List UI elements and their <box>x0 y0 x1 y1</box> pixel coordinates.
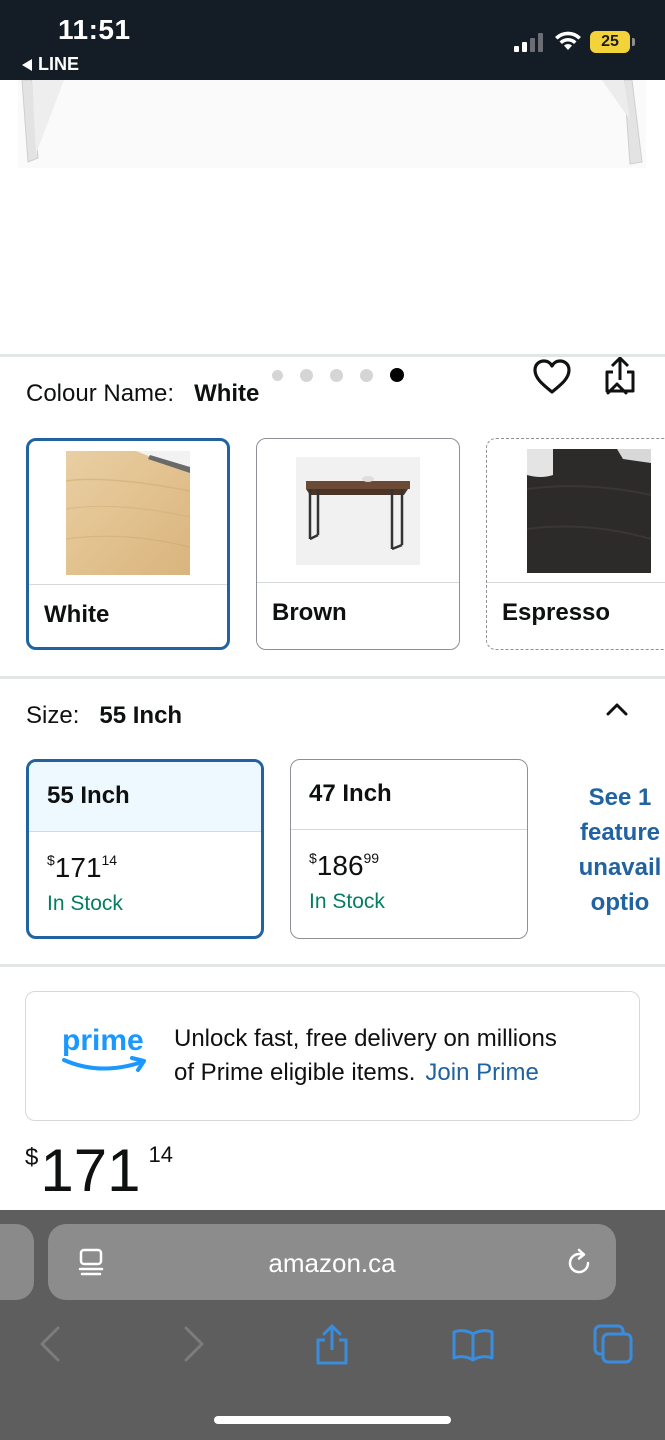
espresso-wood-swatch-image <box>527 448 651 573</box>
prime-promo-box: prime Unlock fast, free delivery on mill… <box>25 991 640 1121</box>
swatch-label: Espresso <box>502 599 611 626</box>
colour-selected-value: White <box>194 380 260 407</box>
browser-toolbar: amazon.ca <box>0 1210 665 1440</box>
share-sheet-icon[interactable] <box>310 1322 354 1366</box>
price-whole: 171 <box>54 852 102 883</box>
gallery-dot[interactable] <box>360 368 373 382</box>
address-bar[interactable]: amazon.ca <box>48 1224 616 1300</box>
see-more-line: optio <box>590 889 650 916</box>
url-text: amazon.ca <box>268 1248 396 1278</box>
prime-line-1: Unlock fast, free delivery on millions <box>174 1025 557 1052</box>
size-option-stock: In Stock <box>47 892 123 915</box>
forward-arrow-icon[interactable] <box>170 1322 214 1366</box>
wifi-icon <box>555 31 581 50</box>
battery-indicator: 25 <box>590 31 635 53</box>
previous-tab-preview[interactable] <box>0 1224 34 1300</box>
prime-promo-text: Unlock fast, free delivery on millions o… <box>174 1022 557 1090</box>
gallery-pagination <box>272 368 421 382</box>
back-app-label: LINE <box>38 54 80 74</box>
price-cents: 14 <box>101 851 118 868</box>
size-label: Size: <box>26 702 80 729</box>
price-currency: $ <box>309 849 317 866</box>
divider <box>0 676 665 679</box>
colour-section-label: Colour Name: White <box>26 380 259 408</box>
prime-line-2: of Prime eligible items. <box>174 1059 416 1086</box>
product-photo <box>18 80 646 168</box>
back-arrow-icon[interactable] <box>30 1322 74 1366</box>
divider <box>0 354 665 357</box>
size-option-price: $17114 <box>47 852 117 884</box>
join-prime-link[interactable]: Join Prime <box>425 1059 538 1086</box>
brown-desk-swatch-image <box>296 456 420 565</box>
size-option-label: 47 Inch <box>291 760 527 830</box>
price-whole: 171 <box>40 1137 141 1204</box>
size-option-price: $18699 <box>309 850 379 882</box>
cellular-signal-icon <box>514 32 546 52</box>
see-more-line: feature <box>579 819 661 846</box>
colour-label: Colour Name: <box>26 380 175 407</box>
size-section-label: Size: 55 Inch <box>26 702 182 730</box>
size-option-47-inch[interactable]: 47 Inch $18699 In Stock <box>290 759 528 939</box>
see-more-line: See 1 <box>588 784 652 811</box>
gallery-dot[interactable] <box>330 368 343 382</box>
colour-option-brown[interactable]: Brown <box>256 438 460 650</box>
white-wood-swatch-image <box>66 450 190 575</box>
price-cents: 14 <box>148 1142 173 1167</box>
price-whole: 186 <box>316 850 364 881</box>
gallery-dot[interactable] <box>300 368 313 382</box>
prime-logo-icon: prime <box>62 1024 146 1072</box>
divider <box>0 964 665 967</box>
colour-option-espresso[interactable]: Espresso <box>486 438 665 650</box>
size-collapse-chevron-icon[interactable] <box>606 702 628 716</box>
swatch-thumbnail <box>487 439 665 583</box>
prime-logo-text: prime <box>62 1024 144 1057</box>
price-currency: $ <box>25 1144 39 1171</box>
wishlist-heart-icon[interactable] <box>532 358 572 396</box>
back-triangle-icon <box>22 58 32 71</box>
back-to-app-button[interactable]: LINE <box>22 54 79 75</box>
swatch-thumbnail <box>29 441 227 585</box>
swatch-thumbnail <box>257 439 459 583</box>
tabs-icon[interactable] <box>591 1322 635 1366</box>
product-image-gallery[interactable] <box>0 80 665 394</box>
bookmarks-icon[interactable] <box>451 1322 495 1366</box>
product-price: $ 171 14 <box>25 1136 173 1205</box>
size-option-label: 55 Inch <box>29 762 261 832</box>
status-time: 11:51 <box>58 14 131 45</box>
price-currency: $ <box>47 851 55 868</box>
size-selected-value: 55 Inch <box>99 702 183 729</box>
page: 11:51 LINE 25 Colour Name: White White B… <box>0 0 665 1440</box>
swatch-label: Brown <box>272 599 347 626</box>
colour-collapse-chevron-icon[interactable] <box>606 381 628 395</box>
gallery-dot[interactable] <box>272 369 283 381</box>
reload-icon[interactable] <box>562 1246 596 1280</box>
price-cents: 99 <box>363 849 380 866</box>
gallery-dot-active[interactable] <box>390 368 404 382</box>
see-more-line: unavail <box>578 854 662 881</box>
swatch-label: White <box>44 601 110 628</box>
size-option-stock: In Stock <box>309 890 385 913</box>
status-bar: 11:51 LINE 25 <box>0 0 665 80</box>
see-unavailable-options-link[interactable]: See 1 feature unavail optio <box>560 780 665 920</box>
home-indicator <box>214 1416 451 1424</box>
colour-option-white[interactable]: White <box>26 438 230 650</box>
size-option-55-inch[interactable]: 55 Inch $17114 In Stock <box>26 759 264 939</box>
